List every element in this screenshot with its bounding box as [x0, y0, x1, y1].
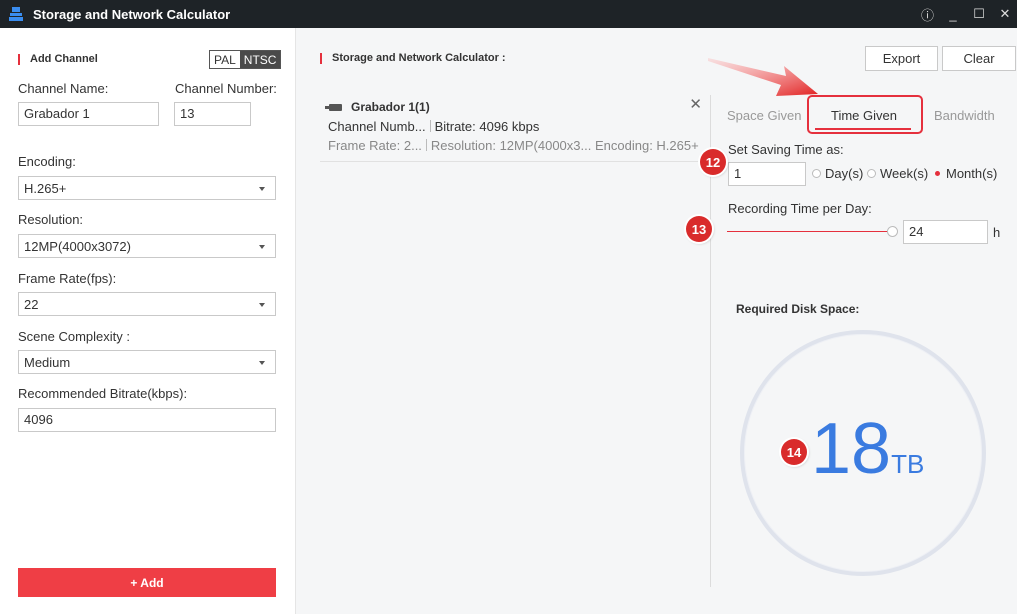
window-title: Storage and Network Calculator: [33, 6, 231, 22]
channel-number-summary: Channel Numb...: [328, 119, 426, 134]
channel-number-label: Channel Number:: [175, 81, 277, 96]
encoding-value: H.265+: [24, 181, 67, 196]
channel-card[interactable]: Grabador 1(1) ✕ Channel Numb... Bitrate: …: [320, 95, 710, 162]
export-button[interactable]: Export: [865, 46, 938, 71]
saving-time-label: Set Saving Time as:: [728, 142, 844, 157]
disk-space-unit: TB: [891, 449, 925, 479]
annotation-badge-12: 12: [700, 149, 726, 175]
bitrate-input[interactable]: 4096: [18, 408, 276, 432]
add-channel-panel: Add Channel PAL NTSC Channel Name: Graba…: [0, 28, 296, 614]
frame-rate-select[interactable]: 22: [18, 292, 276, 316]
annotation-arrow-icon: [708, 58, 818, 96]
calculator-panel: Storage and Network Calculator : Export …: [297, 28, 1017, 614]
encoding-label: Encoding:: [18, 154, 76, 169]
recording-time-input[interactable]: 24: [903, 220, 988, 244]
radio-months[interactable]: Month(s): [933, 166, 997, 181]
channel-card-details: Channel Numb... Bitrate: 4096 kbps: [328, 119, 539, 134]
tab-bandwidth[interactable]: Bandwidth: [934, 108, 995, 123]
close-icon[interactable]: ✕: [689, 95, 702, 113]
close-button[interactable]: ✕: [999, 6, 1011, 22]
video-standard-toggle: PAL NTSC: [209, 50, 282, 69]
add-channel-button[interactable]: + Add: [18, 568, 276, 597]
channel-card-details-2: Frame Rate: 2... Resolution: 12MP(4000x3.…: [328, 138, 699, 153]
annotation-badge-14: 14: [781, 439, 807, 465]
radio-months-label: Month(s): [946, 166, 998, 181]
radio-circle: [812, 169, 821, 178]
radio-days[interactable]: Day(s): [812, 166, 863, 181]
frame-rate-value: 22: [24, 297, 39, 312]
calculator-heading: Storage and Network Calculator :: [320, 52, 506, 64]
channel-card-title: Grabador 1(1): [351, 100, 430, 114]
bitrate-label: Recommended Bitrate(kbps):: [18, 386, 188, 401]
radio-circle-selected: [933, 169, 942, 178]
disk-space-result: 18TB: [811, 413, 924, 485]
frame-rate-summary: Frame Rate: 2...: [328, 138, 422, 153]
radio-weeks[interactable]: Week(s): [867, 166, 928, 181]
title-bar: Storage and Network Calculator ⓘ _ ☐ ✕: [0, 0, 1017, 28]
app-logo-icon: [9, 7, 23, 21]
pal-option[interactable]: PAL: [210, 51, 240, 68]
recording-time-unit: h: [993, 225, 1001, 240]
chevron-down-icon: [259, 361, 265, 365]
channel-name-label: Channel Name:: [18, 81, 109, 96]
resolution-value: 12MP(4000x3072): [24, 239, 131, 254]
add-channel-heading: Add Channel: [18, 53, 98, 65]
camera-icon: [325, 104, 342, 111]
saving-time-input[interactable]: 1: [728, 162, 806, 186]
encoding-select[interactable]: H.265+: [18, 176, 276, 200]
maximize-button[interactable]: ☐: [973, 6, 985, 22]
clear-button[interactable]: Clear: [942, 46, 1016, 71]
scene-complexity-value: Medium: [24, 355, 71, 370]
scene-complexity-select[interactable]: Medium: [18, 350, 276, 374]
tab-space-given[interactable]: Space Given: [727, 108, 801, 123]
chevron-down-icon: [259, 245, 265, 249]
disk-space-label: Required Disk Space:: [736, 302, 860, 316]
encoding-summary: Encoding: H.265+: [594, 138, 699, 153]
ntsc-option[interactable]: NTSC: [239, 51, 281, 68]
channel-name-input[interactable]: Grabador 1: [18, 102, 159, 126]
disk-space-value: 18: [811, 409, 892, 489]
info-icon[interactable]: ⓘ: [921, 5, 934, 24]
radio-circle: [867, 169, 876, 178]
recording-time-slider-track[interactable]: [727, 231, 889, 232]
bitrate-summary: Bitrate: 4096 kbps: [434, 119, 540, 134]
recording-time-label: Recording Time per Day:: [728, 201, 872, 216]
frame-rate-label: Frame Rate(fps):: [18, 271, 117, 286]
resolution-label: Resolution:: [18, 212, 84, 227]
channel-number-input[interactable]: 13: [174, 102, 251, 126]
minimize-button[interactable]: _: [947, 7, 959, 22]
radio-days-label: Day(s): [825, 166, 864, 181]
resolution-summary: Resolution: 12MP(4000x3...: [430, 138, 592, 153]
resolution-select[interactable]: 12MP(4000x3072): [18, 234, 276, 258]
chevron-down-icon: [259, 187, 265, 191]
annotation-badge-13: 13: [686, 216, 712, 242]
chevron-down-icon: [259, 303, 265, 307]
radio-weeks-label: Week(s): [880, 166, 929, 181]
scene-complexity-label: Scene Complexity :: [18, 329, 130, 344]
recording-time-slider-handle[interactable]: [887, 226, 898, 237]
